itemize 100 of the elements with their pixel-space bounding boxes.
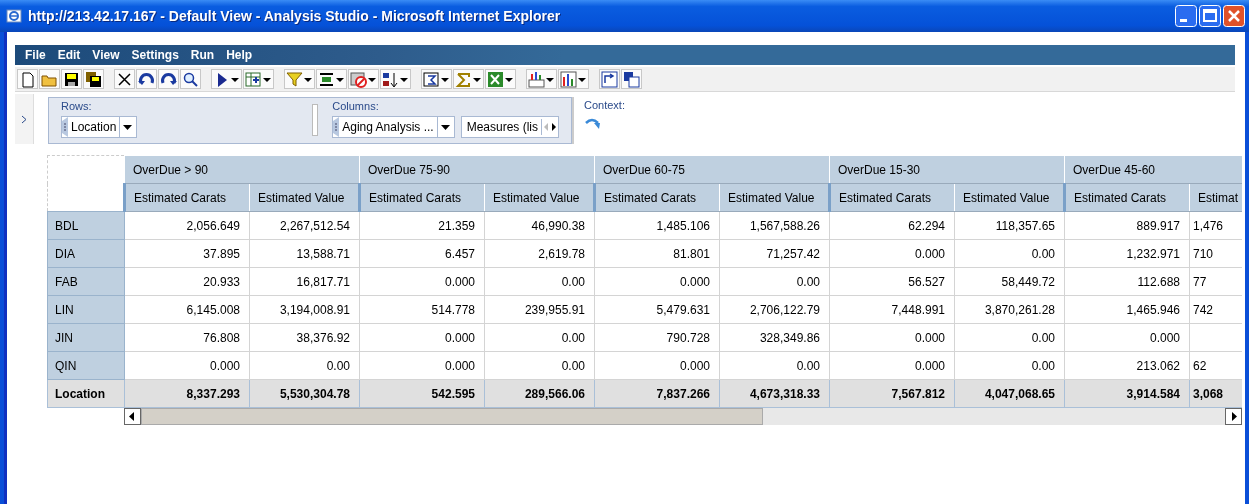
row-header[interactable]: FAB xyxy=(47,267,125,296)
play-tool[interactable] xyxy=(211,69,242,89)
rows-icon[interactable] xyxy=(318,70,335,88)
table-cell: 13,588.71 xyxy=(249,239,360,268)
row-header[interactable]: QIN xyxy=(47,351,125,380)
table-cell: 0.000 xyxy=(359,323,485,352)
table-cell: 0.000 xyxy=(124,351,250,380)
browser-icon xyxy=(6,8,22,24)
columns-item-chip[interactable]: Measures (lis xyxy=(460,116,559,138)
table-cell: 0.00 xyxy=(484,267,595,296)
row-header[interactable]: JIN xyxy=(47,323,125,352)
grip-icon[interactable] xyxy=(62,117,68,137)
sum-table-icon[interactable] xyxy=(423,70,440,88)
total-cell: 4,047,068.65 xyxy=(954,379,1065,408)
table-cell: 56.527 xyxy=(829,267,955,296)
minimize-icon[interactable] xyxy=(1175,5,1197,27)
bar-chart-icon[interactable] xyxy=(560,70,577,88)
table-cell: 21.359 xyxy=(359,211,485,240)
rows-label: Rows: xyxy=(61,100,93,114)
table-cell: 3,194,008.91 xyxy=(249,295,360,324)
insert-table-icon[interactable] xyxy=(245,70,262,88)
column-group-header[interactable]: OverDue 15-30 xyxy=(829,155,1065,184)
close-icon[interactable] xyxy=(1223,5,1245,27)
table-cell: 1,465.946 xyxy=(1064,295,1190,324)
table-cell: 213.062 xyxy=(1064,351,1190,380)
column-group-header[interactable]: OverDue 60-75 xyxy=(594,155,830,184)
total-row-header[interactable]: Location xyxy=(47,379,125,408)
measure-header[interactable]: Estimated Value xyxy=(484,183,595,212)
total-cell: 289,566.06 xyxy=(484,379,595,408)
table-cell: 0.000 xyxy=(829,239,955,268)
spreadsheet-tool[interactable] xyxy=(485,69,516,89)
measure-header[interactable]: Estimated Carats xyxy=(359,183,485,212)
grip-icon[interactable] xyxy=(333,117,340,137)
table-cell: 0.00 xyxy=(719,267,830,296)
table-cell: 2,056.649 xyxy=(124,211,250,240)
maximize-icon[interactable] xyxy=(1199,5,1221,27)
measure-header[interactable]: Estimated Carats xyxy=(1064,183,1190,212)
measure-header[interactable]: Estimated Carats xyxy=(829,183,955,212)
table-cell: 0.00 xyxy=(954,351,1065,380)
sort-tool[interactable] xyxy=(380,69,411,89)
table-cell: 0.000 xyxy=(594,351,720,380)
table-cell: 0.000 xyxy=(829,323,955,352)
horizontal-scrollbar[interactable] xyxy=(124,408,1242,425)
table-cell: 0.000 xyxy=(1064,323,1190,352)
row-header[interactable]: LIN xyxy=(47,295,125,324)
table-cell: 71,257.42 xyxy=(719,239,830,268)
spreadsheet-icon[interactable] xyxy=(487,70,504,88)
measure-header[interactable]: Estimated Carats xyxy=(594,183,720,212)
column-group-header[interactable]: OverDue > 90 xyxy=(124,155,360,184)
filter-tool[interactable] xyxy=(284,69,315,89)
bar-chart-tool[interactable] xyxy=(558,69,589,89)
rows-item-chip[interactable]: Location xyxy=(61,116,138,138)
table-cell: 1,232.971 xyxy=(1064,239,1190,268)
scroll-left-icon[interactable] xyxy=(124,408,141,425)
context-label: Context: xyxy=(584,99,625,113)
table-cell: 790.728 xyxy=(594,323,720,352)
filter-icon[interactable] xyxy=(286,70,303,88)
row-header[interactable]: BDL xyxy=(47,211,125,240)
menu-item[interactable]: Help xyxy=(220,48,259,62)
table-cell: 889.917 xyxy=(1064,211,1190,240)
total-cell: 4,673,318.33 xyxy=(719,379,830,408)
menu-item[interactable]: Settings xyxy=(125,48,185,62)
sort-icon[interactable] xyxy=(382,70,399,88)
splitter-handle[interactable] xyxy=(312,104,319,136)
menu-item[interactable]: View xyxy=(86,48,126,62)
scroll-right-icon[interactable] xyxy=(1225,408,1242,425)
measure-header[interactable]: Estimated Value xyxy=(954,183,1065,212)
table-cell: 112.688 xyxy=(1064,267,1190,296)
table-cell: 0.00 xyxy=(484,323,595,352)
columns-item-chip[interactable]: Aging Analysis ... xyxy=(332,116,455,138)
table-cell: 5,479.631 xyxy=(594,295,720,324)
row-header[interactable]: DIA xyxy=(47,239,125,268)
column-group-header[interactable]: OverDue 45-60 xyxy=(1064,155,1242,184)
sum-table-tool[interactable] xyxy=(421,69,452,89)
table-chart-icon[interactable] xyxy=(528,70,545,88)
menu-item[interactable]: Run xyxy=(184,48,221,62)
table-cell: 7,448.991 xyxy=(829,295,955,324)
column-group-header[interactable]: OverDue 75-90 xyxy=(359,155,595,184)
menu-item[interactable]: File xyxy=(19,48,52,62)
table-cell: 2,619.78 xyxy=(484,239,595,268)
table-cell: 0.00 xyxy=(719,351,830,380)
sigma-icon[interactable] xyxy=(455,70,472,88)
measure-header[interactable]: Estimated Value xyxy=(249,183,360,212)
rows-tool[interactable] xyxy=(316,69,347,89)
table-cell: 0.000 xyxy=(594,267,720,296)
table-cell: 0.00 xyxy=(249,351,360,380)
table-cell: 0.00 xyxy=(954,239,1065,268)
total-cell: 3,914.584 xyxy=(1064,379,1190,408)
total-cell: 8,337.293 xyxy=(124,379,250,408)
sigma-tool[interactable] xyxy=(453,69,484,89)
measure-header[interactable]: Estimated Value xyxy=(719,183,830,212)
no-entry-table-tool[interactable] xyxy=(348,69,379,89)
measure-header[interactable]: Estimated Carats xyxy=(124,183,250,212)
table-chart-tool[interactable] xyxy=(526,69,557,89)
menu-item[interactable]: Edit xyxy=(51,48,87,62)
window-title: http://213.42.17.167 - Default View - Analysis Studio - Microsoft Internet Explorer xyxy=(28,8,562,24)
table-cell: 0.00 xyxy=(954,323,1065,352)
curved-arrow-icon[interactable] xyxy=(584,117,602,131)
no-entry-table-icon[interactable] xyxy=(350,70,367,88)
insert-table-tool[interactable] xyxy=(243,69,274,89)
